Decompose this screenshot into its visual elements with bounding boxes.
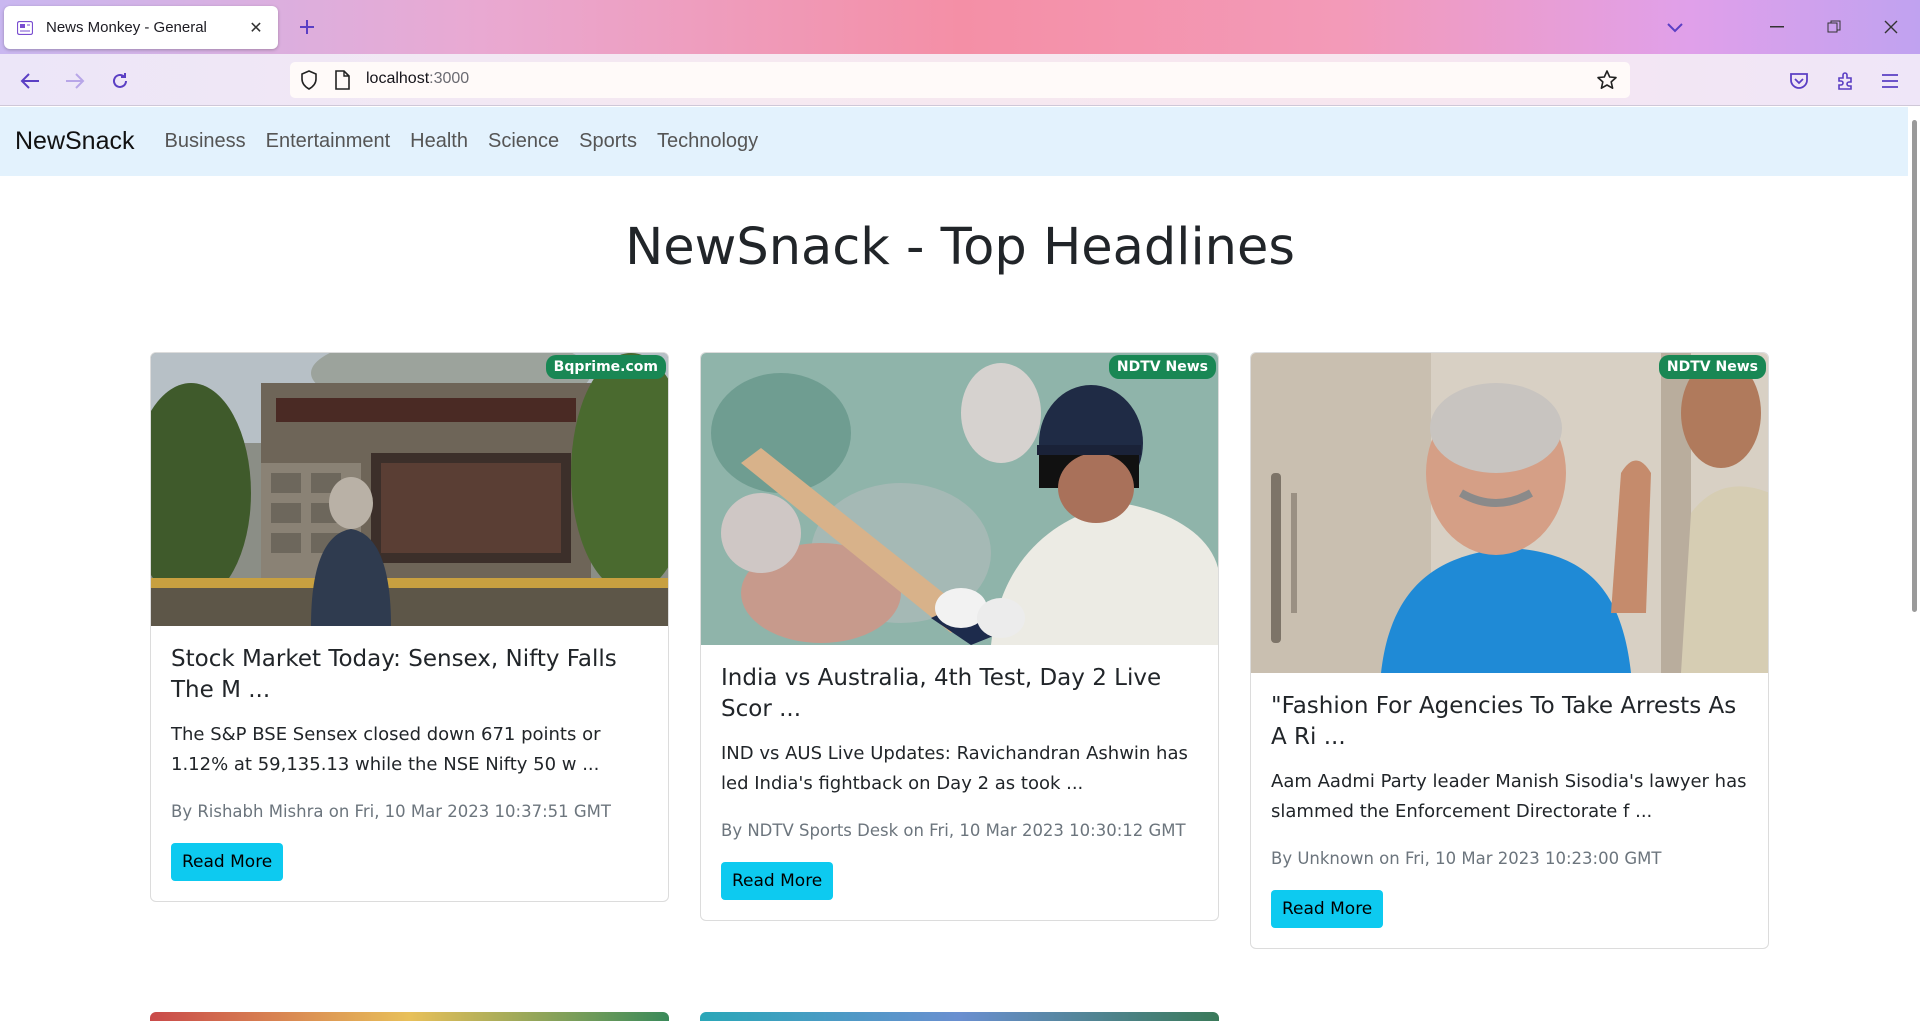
url-port: :3000 (429, 70, 470, 87)
browser-toolbar: localhost:3000 (0, 54, 1920, 106)
brand-logo[interactable]: NewSnack (15, 127, 135, 156)
article-meta: By Rishabh Mishra on Fri, 10 Mar 2023 10… (171, 802, 611, 821)
nav-link-health[interactable]: Health (410, 130, 468, 153)
news-card: Bqprime.com Stock Market Today: Sensex, … (150, 352, 669, 902)
article-image: Bqprime.com (151, 353, 668, 626)
source-badge: Bqprime.com (545, 355, 666, 379)
article-description: IND vs AUS Live Updates: Ravichandran As… (721, 743, 1188, 794)
card-body: "Fashion For Agencies To Take Arrests As… (1251, 673, 1768, 948)
nav-link-science[interactable]: Science (488, 130, 559, 153)
shield-icon[interactable] (300, 70, 318, 94)
reload-icon[interactable] (106, 67, 134, 95)
url-text: localhost:3000 (366, 70, 469, 88)
news-card: NDTV News India vs Australia, 4th Test, … (700, 352, 1219, 921)
browser-tab[interactable]: News Monkey - General ✕ (4, 6, 278, 49)
pocket-icon[interactable] (1785, 67, 1813, 95)
article-image: NDTV News (1251, 353, 1768, 673)
extensions-icon[interactable] (1831, 67, 1859, 95)
nav-link-sports[interactable]: Sports (579, 130, 637, 153)
tab-favicon-icon (16, 19, 34, 37)
card-body: India vs Australia, 4th Test, Day 2 Live… (701, 645, 1218, 920)
tab-title: News Monkey - General (46, 19, 207, 36)
minimize-icon[interactable] (1762, 12, 1792, 42)
read-more-button[interactable]: Read More (171, 843, 284, 881)
star-icon[interactable] (1596, 69, 1618, 95)
restore-icon[interactable] (1819, 12, 1849, 42)
nav-link-entertainment[interactable]: Entertainment (266, 130, 391, 153)
article-description: The S&P BSE Sensex closed down 671 point… (171, 724, 601, 775)
article-image: NDTV News (701, 353, 1218, 645)
menu-icon[interactable] (1876, 67, 1904, 95)
news-card-peek (150, 1012, 669, 1021)
browser-tab-bar: News Monkey - General ✕ (0, 0, 1920, 54)
url-host: localhost (366, 70, 430, 87)
back-icon[interactable] (16, 67, 44, 95)
new-tab-icon[interactable] (294, 14, 320, 40)
close-window-icon[interactable] (1876, 12, 1906, 42)
source-badge: NDTV News (1658, 355, 1766, 379)
news-card-peek (700, 1012, 1219, 1021)
article-title: Stock Market Today: Sensex, Nifty Falls … (171, 646, 617, 703)
read-more-button[interactable]: Read More (1271, 890, 1384, 928)
nav-link-business[interactable]: Business (165, 130, 246, 153)
nav-link-technology[interactable]: Technology (657, 130, 758, 153)
page-title: NewSnack - Top Headlines (625, 218, 1295, 277)
source-badge: NDTV News (1108, 355, 1216, 379)
read-more-button[interactable]: Read More (721, 862, 834, 900)
tab-close-icon[interactable]: ✕ (246, 18, 266, 37)
news-card: NDTV News "Fashion For Agencies To Take … (1250, 352, 1769, 949)
tab-list-icon[interactable] (1662, 15, 1688, 41)
nav-links: Business Entertainment Health Science Sp… (165, 130, 779, 153)
page-icon[interactable] (334, 70, 350, 94)
article-title: India vs Australia, 4th Test, Day 2 Live… (721, 665, 1162, 722)
article-meta: By Unknown on Fri, 10 Mar 2023 10:23:00 … (1271, 849, 1662, 868)
url-bar[interactable]: localhost:3000 (290, 62, 1630, 98)
card-body: Stock Market Today: Sensex, Nifty Falls … (151, 626, 668, 901)
forward-icon[interactable] (61, 67, 89, 95)
article-title: "Fashion For Agencies To Take Arrests As… (1271, 693, 1737, 750)
article-description: Aam Aadmi Party leader Manish Sisodia's … (1271, 771, 1747, 822)
article-meta: By NDTV Sports Desk on Fri, 10 Mar 2023 … (721, 821, 1186, 840)
scrollbar-thumb[interactable] (1912, 120, 1917, 612)
site-navbar: NewSnack Business Entertainment Health S… (0, 107, 1920, 176)
